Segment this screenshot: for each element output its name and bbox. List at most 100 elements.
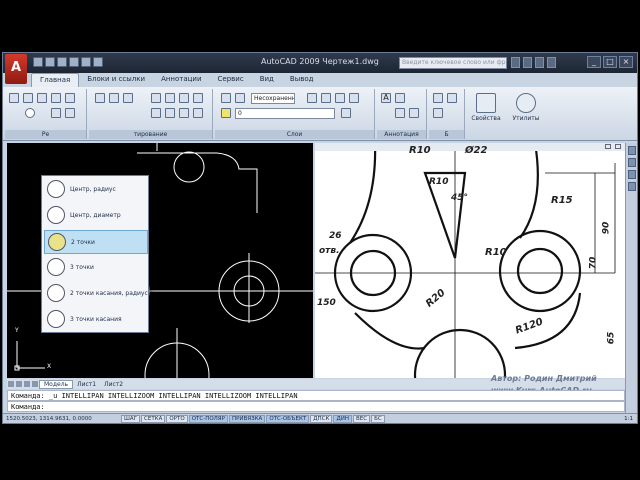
top-outline — [137, 152, 258, 213]
circle-center-radius-icon — [47, 180, 65, 198]
window-controls: _ □ × — [587, 56, 633, 68]
polar-toggle[interactable]: ОТС-ПОЛЯР — [188, 415, 228, 423]
prev-tab-arrow-icon[interactable] — [16, 381, 22, 387]
small-top-circle — [173, 151, 205, 183]
annotation-scale[interactable]: 1:1 — [620, 416, 637, 422]
zoom-icon[interactable] — [627, 158, 636, 167]
binoculars-icon[interactable] — [511, 57, 520, 68]
circle-icon[interactable] — [25, 108, 35, 118]
plot-icon[interactable] — [69, 57, 79, 67]
restore-icon[interactable] — [605, 144, 611, 149]
first-tab-arrow-icon[interactable] — [8, 381, 14, 387]
communication-icon[interactable] — [523, 57, 532, 68]
menu-item-label: Центр, радиус — [70, 186, 116, 193]
current-layer-combo[interactable]: 0 — [235, 108, 335, 119]
menu-item-tan-tan-tan[interactable]: 3 точки касания — [44, 308, 148, 332]
ellipse-icon[interactable] — [51, 108, 61, 118]
help-icon[interactable] — [547, 57, 556, 68]
move-icon[interactable] — [95, 93, 105, 103]
layer-isolate-icon[interactable] — [321, 93, 331, 103]
tab-blocks[interactable]: Блоки и ссылки — [79, 73, 153, 87]
maximize-button[interactable]: □ — [603, 56, 617, 68]
close-icon[interactable] — [615, 144, 621, 149]
leader-icon[interactable] — [395, 108, 405, 118]
menu-item-tan-tan-radius[interactable]: 2 точки касания, радиус — [44, 282, 148, 306]
polyline-icon[interactable] — [23, 93, 33, 103]
copy-icon[interactable] — [151, 93, 161, 103]
star-icon[interactable] — [535, 57, 544, 68]
showmotion-icon[interactable] — [627, 182, 636, 191]
ducs-toggle[interactable]: ДПСК — [310, 415, 333, 423]
tab-view[interactable]: Вид — [252, 73, 282, 87]
layer-match-icon[interactable] — [341, 108, 351, 118]
tab-model[interactable]: Модель — [39, 379, 74, 389]
properties-button[interactable]: Свойства — [469, 91, 503, 131]
grid-toggle[interactable]: СЕТКА — [141, 415, 166, 423]
rotate-icon[interactable] — [109, 93, 119, 103]
ortho-toggle[interactable]: ОРТО — [166, 415, 188, 423]
offset-icon[interactable] — [193, 108, 203, 118]
undo-icon[interactable] — [81, 57, 91, 67]
tab-tools[interactable]: Сервис — [210, 73, 252, 87]
tab-home[interactable]: Главная — [31, 73, 80, 87]
close-button[interactable]: × — [619, 56, 633, 68]
next-tab-arrow-icon[interactable] — [24, 381, 30, 387]
dim-90: 90 — [601, 221, 612, 235]
scale-icon[interactable] — [165, 108, 175, 118]
layer-state-icon[interactable] — [235, 93, 245, 103]
open-icon[interactable] — [45, 57, 55, 67]
array-icon[interactable] — [179, 108, 189, 118]
dim-otv: отв. — [319, 246, 340, 256]
table-icon[interactable] — [409, 108, 419, 118]
create-block-icon[interactable] — [447, 93, 457, 103]
quick-properties-toggle[interactable]: БС — [371, 415, 385, 423]
dyn-toggle[interactable]: ДИН — [333, 415, 352, 423]
hatch-icon[interactable] — [65, 93, 75, 103]
last-tab-arrow-icon[interactable] — [32, 381, 38, 387]
lineweight-toggle[interactable]: ВЕС — [352, 415, 371, 423]
layer-tool-icon[interactable] — [307, 93, 317, 103]
rectangle-icon[interactable] — [37, 93, 47, 103]
tab-layout2[interactable]: Лист2 — [100, 381, 127, 388]
search-input[interactable]: Введите ключевое слово или фразу — [399, 57, 507, 69]
arc-icon[interactable] — [51, 93, 61, 103]
menu-item-3-points[interactable]: 3 точки — [44, 256, 148, 280]
save-icon[interactable] — [57, 57, 67, 67]
tab-output[interactable]: Вывод — [282, 73, 322, 87]
menu-item-center-diameter[interactable]: Центр, диаметр — [44, 204, 148, 228]
utilities-button[interactable]: Утилиты — [509, 91, 543, 131]
stretch-icon[interactable] — [151, 108, 161, 118]
lightbulb-icon[interactable] — [221, 108, 231, 118]
redo-icon[interactable] — [93, 57, 103, 67]
layer-freeze-icon[interactable] — [335, 93, 345, 103]
mirror-icon[interactable] — [165, 93, 175, 103]
explode-icon[interactable] — [193, 93, 203, 103]
layer-properties-icon[interactable] — [221, 93, 231, 103]
dimension-icon[interactable] — [395, 93, 405, 103]
trim-icon[interactable] — [123, 93, 133, 103]
minimize-button[interactable]: _ — [587, 56, 601, 68]
pan-icon[interactable] — [627, 146, 636, 155]
tab-layout1[interactable]: Лист1 — [73, 381, 100, 388]
properties-icon — [476, 93, 496, 113]
new-icon[interactable] — [33, 57, 43, 67]
menu-item-2-points[interactable]: 2 точки — [44, 230, 148, 254]
layer-lock-icon[interactable] — [349, 93, 359, 103]
line-icon[interactable] — [9, 93, 19, 103]
fillet-icon[interactable] — [179, 93, 189, 103]
command-input[interactable]: Команда: — [7, 401, 625, 412]
insert-block-icon[interactable] — [433, 93, 443, 103]
application-menu-button[interactable] — [5, 54, 27, 84]
osnap-toggle[interactable]: ПРИВЯЗКА — [228, 415, 266, 423]
menu-item-center-radius[interactable]: Центр, радиус — [44, 178, 148, 202]
tab-annotate[interactable]: Аннотации — [153, 73, 209, 87]
orbit-icon[interactable] — [627, 170, 636, 179]
annotation-panel-label: Аннотация — [377, 130, 426, 139]
snap-toggle[interactable]: ШАГ — [121, 415, 140, 423]
text-icon[interactable]: A — [381, 93, 391, 103]
region-icon[interactable] — [65, 108, 75, 118]
otrack-toggle[interactable]: ОТС-ОБЪЕКТ — [266, 415, 310, 423]
edit-block-icon[interactable] — [433, 108, 443, 118]
watermark-author: Автор: Родин Дмитрий — [491, 374, 597, 383]
layer-state-combo[interactable]: Несохраненн — [251, 93, 295, 104]
